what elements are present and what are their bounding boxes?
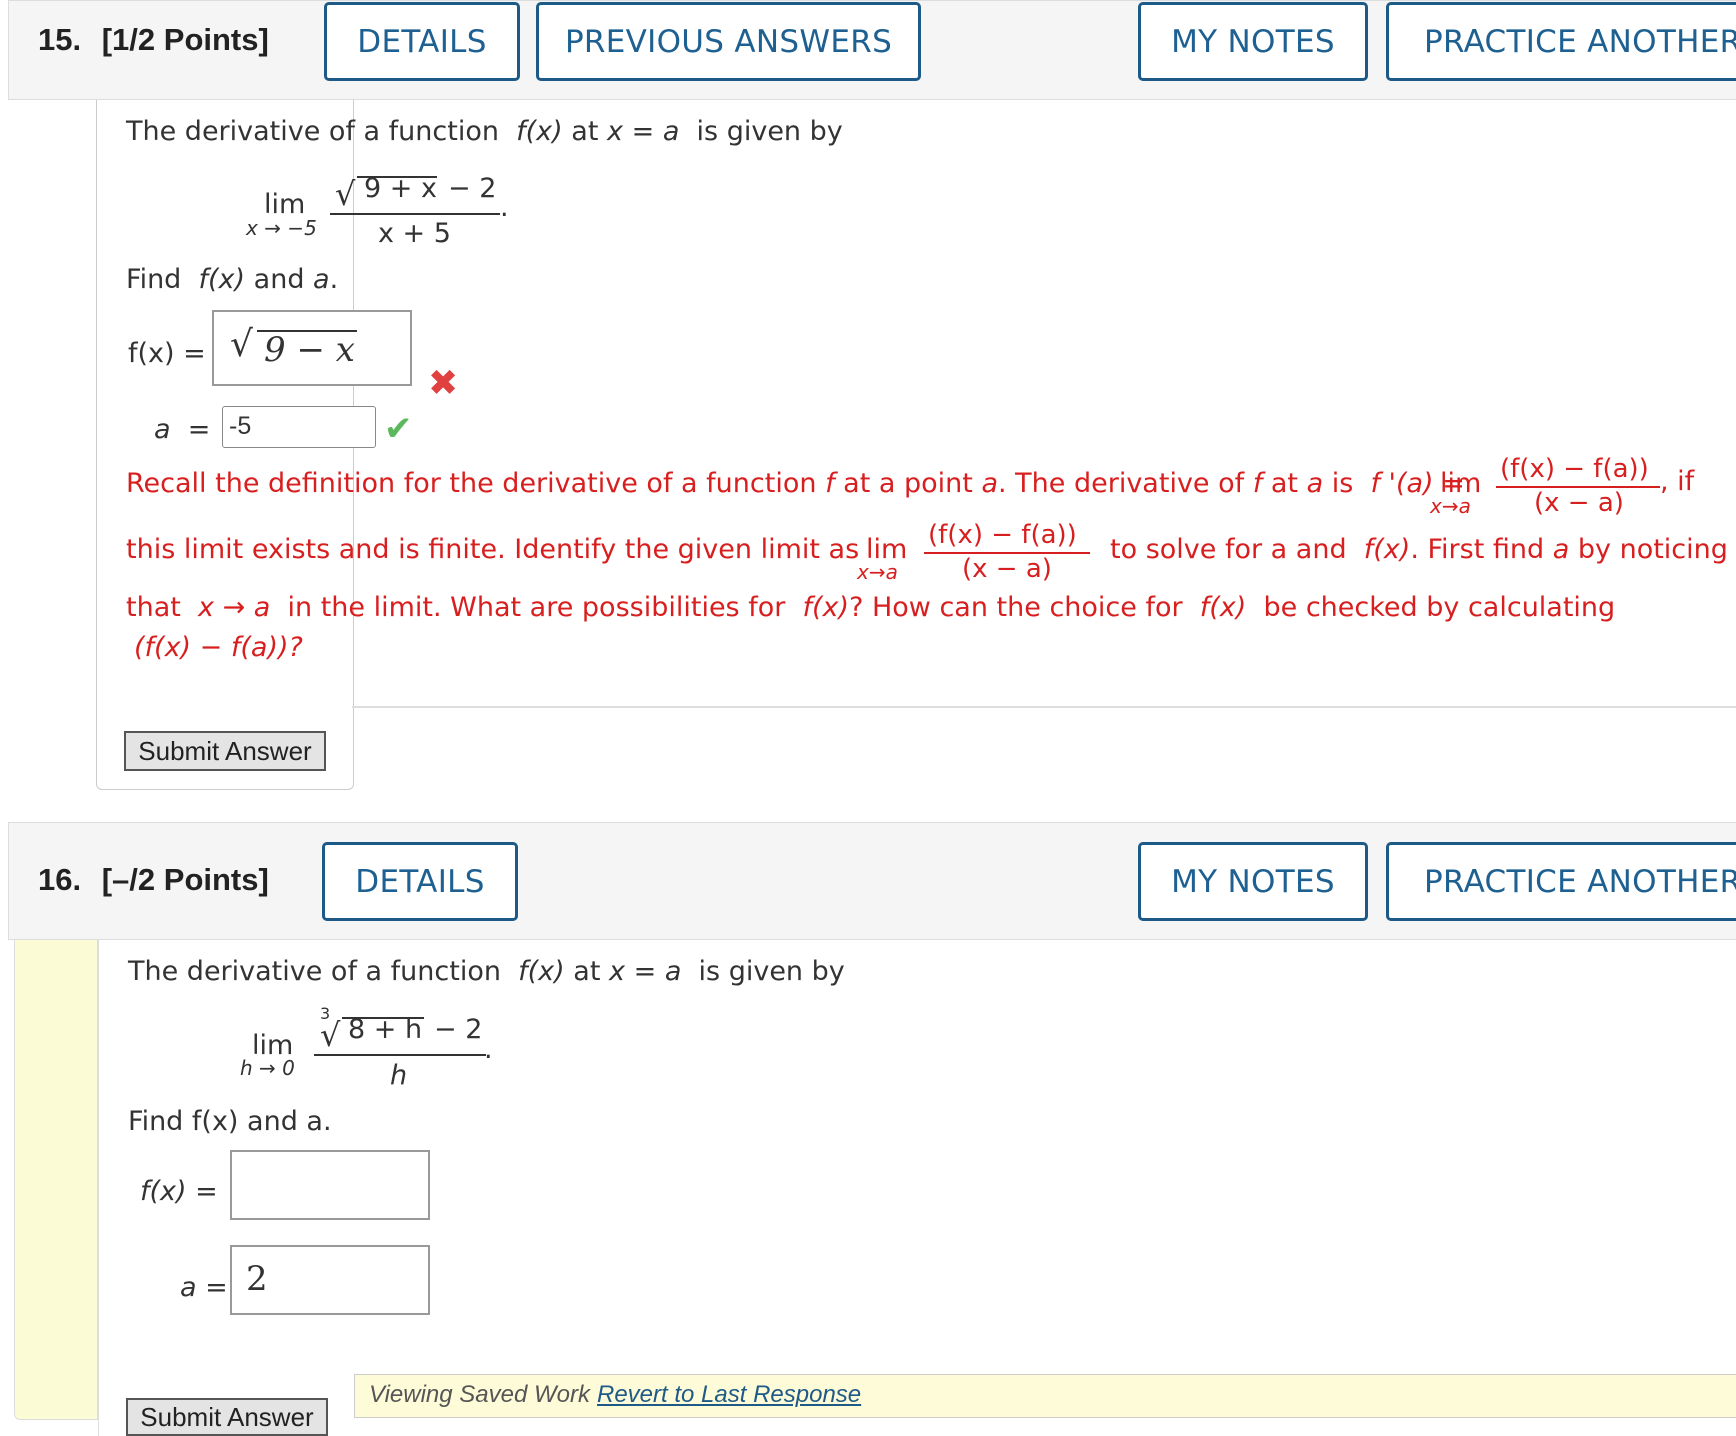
- q16-a-value: 2: [246, 1259, 268, 1299]
- q15-feedback-lim1-sub: x→a: [1430, 494, 1471, 518]
- q15-feedback-num1: (f(x) − f(a)): [1500, 454, 1649, 484]
- q15-feedback-line2b: to solve for a and f(x). First find a by…: [1110, 534, 1728, 565]
- q16-my-notes-button[interactable]: MY NOTES: [1138, 842, 1368, 921]
- q16-saved-work-bar: Viewing Saved Work Revert to Last Respon…: [354, 1374, 1736, 1418]
- q15-a-input[interactable]: -5: [222, 406, 376, 448]
- q16-intro: The derivative of a function f(x) at x =…: [128, 956, 845, 987]
- q15-body-right: [352, 706, 1736, 708]
- q15-fx-answer: 9 − x: [264, 330, 355, 370]
- q15-find: Find f(x) and a.: [126, 264, 339, 295]
- q16-dot: .: [484, 1034, 493, 1065]
- q16-number: 16.: [38, 862, 82, 897]
- q15-intro: The derivative of a function f(x) at x =…: [126, 116, 843, 147]
- q15-feedback-den2: (x − a): [962, 554, 1052, 584]
- q15-title: 15. [1/2 Points]: [38, 22, 269, 58]
- q16-numerator-inner: 8 + h: [348, 1014, 423, 1045]
- q15-my-notes-button[interactable]: MY NOTES: [1138, 2, 1368, 81]
- q16-title: 16. [–/2 Points]: [38, 862, 269, 898]
- q15-feedback-den1: (x − a): [1534, 488, 1624, 518]
- q15-feedback-line3: that x → a in the limit. What are possib…: [126, 592, 1616, 623]
- q16-numerator-tail: − 2: [434, 1014, 483, 1045]
- q15-feedback-num2: (f(x) − f(a)): [928, 520, 1077, 550]
- q15-dot: .: [500, 192, 509, 223]
- q15-sqrt-sign: √: [335, 175, 356, 213]
- q15-points: [1/2 Points]: [101, 22, 269, 57]
- q16-denominator: h: [390, 1060, 408, 1091]
- q15-feedback-line2a: this limit exists and is finite. Identif…: [126, 534, 860, 565]
- q15-previous-answers-button[interactable]: PREVIOUS ANSWERS: [536, 2, 921, 81]
- correct-check-icon: ✔: [384, 409, 413, 449]
- q15-fraction-bar: [330, 213, 500, 215]
- incorrect-x-icon: ✖: [428, 363, 459, 404]
- q15-fx-sqrt-sign: √: [230, 324, 253, 365]
- q15-feedback-if: , if: [1660, 466, 1695, 497]
- q15-numerator-inner: 9 + x: [364, 173, 437, 204]
- q16-lim-sub: h → 0: [240, 1056, 295, 1080]
- q15-numerator-tail: − 2: [448, 173, 497, 204]
- q16-find: Find f(x) and a.: [128, 1106, 332, 1137]
- q15-feedback-lim2-sub: x→a: [857, 560, 898, 584]
- q15-fx-input[interactable]: √ 9 − x: [212, 310, 412, 386]
- q15-a-label: a =: [154, 414, 211, 445]
- q15-fx-label: f(x) =: [128, 338, 206, 369]
- q16-revert-link[interactable]: Revert to Last Response: [597, 1381, 861, 1409]
- q16-left-strip: [14, 940, 98, 1420]
- q15-submit-button[interactable]: Submit Answer: [124, 731, 326, 771]
- q15-a-value: -5: [229, 412, 252, 440]
- q15-feedback-line4: (f(x) − f(a))?: [134, 632, 303, 663]
- q15-practice-another-button[interactable]: PRACTICE ANOTHER: [1386, 2, 1736, 81]
- q16-points: [–/2 Points]: [101, 862, 269, 897]
- q16-a-input[interactable]: 2: [230, 1245, 430, 1315]
- q16-a-label: a =: [180, 1272, 228, 1303]
- q16-details-button[interactable]: DETAILS: [322, 842, 518, 921]
- q15-number: 15.: [38, 22, 82, 57]
- q16-saved-work-text: Viewing Saved Work: [369, 1381, 590, 1408]
- q16-fraction-bar: [314, 1054, 486, 1056]
- q16-cbrt-sign: √: [320, 1016, 341, 1054]
- q15-details-button[interactable]: DETAILS: [324, 2, 520, 81]
- q15-lim-sub: x → −5: [246, 216, 317, 240]
- q15-denominator: x + 5: [378, 218, 451, 249]
- q16-submit-button[interactable]: Submit Answer: [126, 1398, 328, 1436]
- q16-practice-another-button[interactable]: PRACTICE ANOTHER: [1386, 842, 1736, 921]
- q16-fx-label: f(x) =: [140, 1176, 218, 1207]
- q16-fx-input[interactable]: [230, 1150, 430, 1220]
- q15-feedback-line1: Recall the definition for the derivative…: [126, 468, 1465, 499]
